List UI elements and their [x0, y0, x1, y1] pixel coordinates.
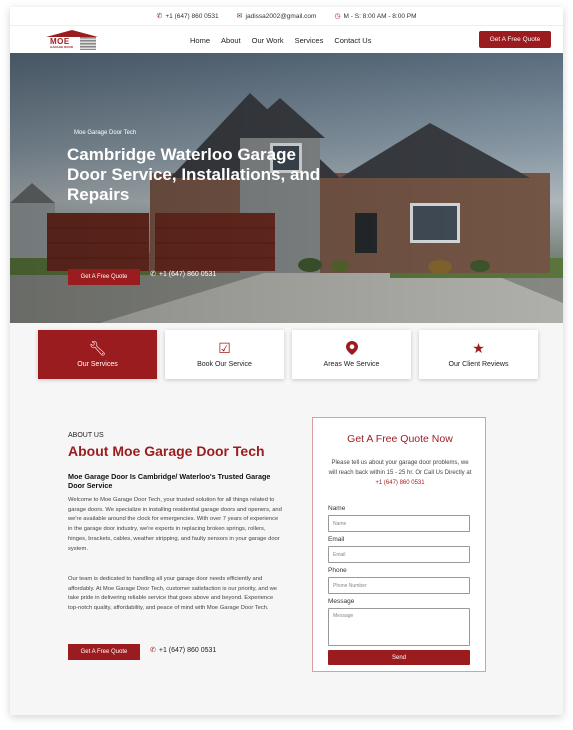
about-subtitle: Moe Garage Door Is Cambridge/ Waterloo's… [68, 472, 271, 490]
nav-item-services[interactable]: Services [295, 36, 324, 45]
main-nav: MOE GARAGE DOOR Home About Our Work Serv… [10, 25, 563, 53]
quote-form: Get A Free Quote Now Please tell us abou… [312, 417, 486, 672]
form-intro: Please tell us about your garage door pr… [327, 458, 473, 488]
hero-eyebrow: Moe Garage Door Tech [74, 130, 137, 136]
top-bar: ✆ +1 (647) 860 0531 ✉ jadissa2002@gmail.… [10, 7, 563, 25]
message-label: Message [328, 598, 355, 605]
phone-icon: ✆ [150, 647, 156, 654]
hero-phone[interactable]: ✆ +1 (647) 860 0531 [150, 270, 217, 279]
nav-item-about[interactable]: About [221, 36, 241, 45]
logo[interactable]: MOE GARAGE DOOR [46, 30, 98, 51]
card-label: Our Client Reviews [448, 361, 509, 368]
form-title: Get A Free Quote Now [347, 433, 453, 445]
about-title: About Moe Garage Door Tech [68, 443, 265, 459]
name-label: Name [328, 505, 346, 512]
about-paragraph-1: Welcome to Moe Garage Door Tech, your tr… [68, 497, 282, 552]
map-pin-icon [345, 341, 358, 355]
about-paragraph-2: Our team is dedicated to handling all yo… [68, 576, 278, 612]
nav-item-contact[interactable]: Contact Us [334, 36, 371, 45]
send-button[interactable]: Send [328, 650, 470, 665]
card-our-services[interactable]: 🔧︎ Our Services [38, 330, 157, 379]
calendar-check-icon: ☑ [218, 340, 231, 356]
card-label: Book Our Service [197, 361, 252, 368]
about-eyebrow: ABOUT US [68, 432, 104, 439]
card-label: Our Services [77, 361, 118, 368]
card-book-service[interactable]: ☑ Book Our Service [165, 330, 284, 379]
form-intro-phone[interactable]: +1 (647) 860 0531 [375, 480, 424, 486]
message-field[interactable]: Message [328, 608, 470, 646]
nav-item-home[interactable]: Home [190, 36, 210, 45]
envelope-icon: ✉ [236, 12, 243, 20]
about-phone-text: +1 (647) 860 0531 [158, 646, 217, 654]
form-intro-text: Please tell us about your garage door pr… [328, 460, 472, 476]
star-icon: ★ [472, 340, 485, 356]
name-field[interactable]: Name [328, 515, 470, 532]
nav-quote-button[interactable]: Get A Free Quote [479, 31, 551, 48]
hero-quote-button[interactable]: Get A Free Quote [68, 269, 140, 285]
logo-sub: GARAGE DOOR [50, 45, 74, 49]
about-phone[interactable]: ✆ +1 (647) 860 0531 [150, 646, 217, 655]
card-areas[interactable]: Areas We Service [292, 330, 411, 379]
card-reviews[interactable]: ★ Our Client Reviews [419, 330, 538, 379]
phone-label: Phone [328, 567, 347, 574]
topbar-phone[interactable]: ✆ +1 (647) 860 0531 [156, 13, 218, 20]
hero: Moe Garage Door Tech Cambridge Waterloo … [10, 53, 563, 323]
phone-field[interactable]: Phone Number [328, 577, 470, 594]
topbar-phone-text: +1 (647) 860 0531 [165, 12, 219, 20]
phone-icon: ✆ [150, 271, 156, 278]
phone-icon: ✆ [156, 12, 163, 20]
topbar-email[interactable]: ✉ jadissa2002@gmail.com [237, 13, 317, 20]
card-label: Areas We Service [323, 361, 380, 368]
garage-door-icon [80, 37, 96, 50]
hero-title: Cambridge Waterloo Garage Door Service, … [67, 145, 321, 204]
topbar-email-text: jadissa2002@gmail.com [245, 12, 317, 20]
topbar-hours-text: M - S: 8:00 AM - 8:00 PM [343, 12, 417, 20]
about-quote-button[interactable]: Get A Free Quote [68, 644, 140, 660]
page: ✆ +1 (647) 860 0531 ✉ jadissa2002@gmail.… [10, 7, 563, 715]
email-field[interactable]: Email [328, 546, 470, 563]
logo-roof-icon [46, 30, 98, 37]
nav-menu: Home About Our Work Services Contact Us [190, 26, 371, 54]
service-cards: 🔧︎ Our Services ☑ Book Our Service Areas… [38, 330, 538, 379]
nav-item-our-work[interactable]: Our Work [252, 36, 284, 45]
email-label: Email [328, 536, 345, 543]
wrench-icon: 🔧︎ [88, 340, 107, 356]
hero-phone-text: +1 (647) 860 0531 [158, 270, 217, 278]
clock-icon: ◷ [334, 12, 341, 20]
topbar-hours: ◷ M - S: 8:00 AM - 8:00 PM [334, 13, 416, 20]
